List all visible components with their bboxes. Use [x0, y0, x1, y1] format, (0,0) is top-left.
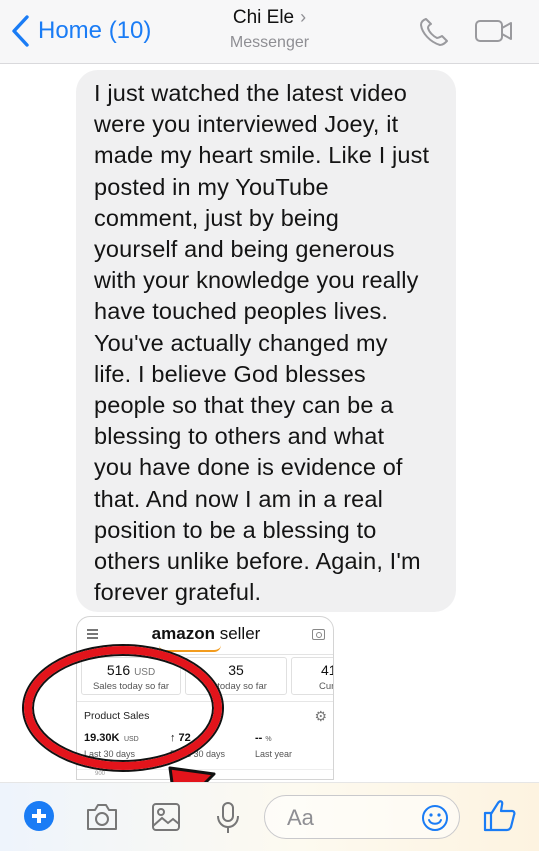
phone-icon[interactable]: [418, 16, 452, 48]
message-input[interactable]: [287, 805, 407, 831]
contact-title[interactable]: Chi Ele › Messenger: [0, 6, 539, 54]
message-text: I just watched the latest video were you…: [94, 80, 430, 606]
contact-name[interactable]: Chi Ele: [233, 7, 294, 28]
conversation-header: Home (10) Chi Ele › Messenger: [0, 0, 539, 64]
microphone-icon[interactable]: [214, 801, 242, 835]
gallery-icon[interactable]: [150, 801, 182, 833]
emoji-icon[interactable]: [421, 804, 449, 832]
plus-icon[interactable]: [24, 801, 54, 831]
stat-card-current: 41 Curr: [291, 657, 333, 695]
amazon-seller-logo: amazon seller: [151, 624, 261, 643]
contact-subtitle: Messenger: [229, 34, 310, 51]
thumbs-up-icon[interactable]: [482, 797, 518, 833]
camera-icon[interactable]: [84, 801, 120, 833]
metric-last-year: -- % Last year: [255, 732, 293, 759]
gear-icon: ⚙: [314, 708, 327, 724]
video-camera-icon[interactable]: [474, 16, 514, 46]
message-input-container[interactable]: [264, 795, 460, 839]
camera-icon: [312, 629, 325, 640]
chevron-right-icon: ›: [300, 7, 307, 27]
composer-bar: [0, 782, 539, 851]
annotation-circle: [24, 646, 222, 770]
amazon-smile-icon: [159, 645, 221, 652]
message-bubble[interactable]: I just watched the latest video were you…: [76, 70, 456, 612]
chart-axis-value: 900: [95, 771, 106, 777]
